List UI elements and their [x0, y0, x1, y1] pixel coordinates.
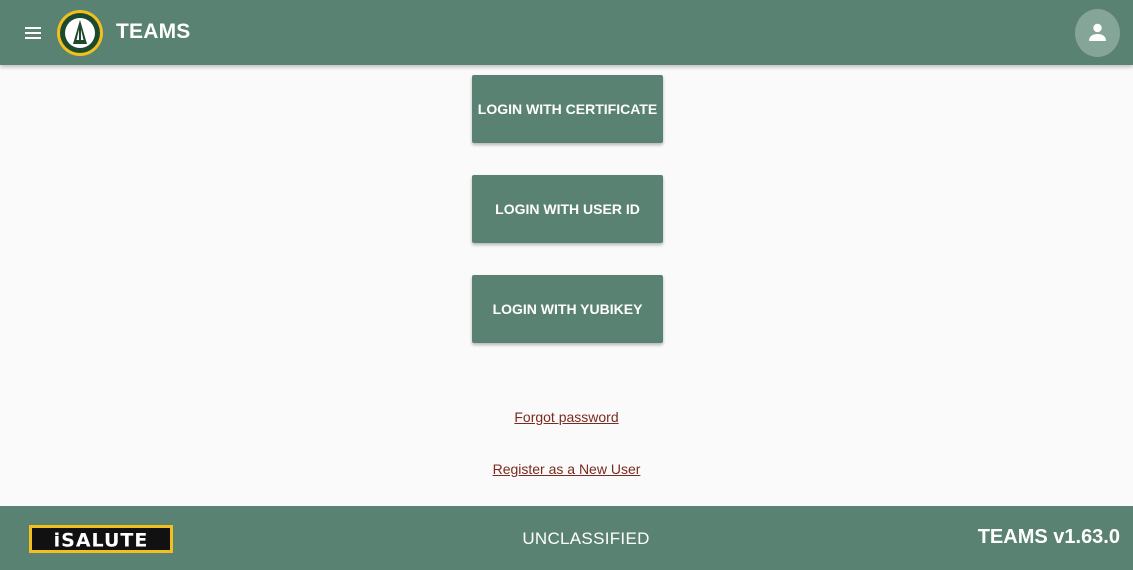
forgot-password-link[interactable]: Forgot password: [0, 409, 1133, 425]
login-with-user-id-button[interactable]: LOGIN WITH USER ID: [472, 175, 663, 243]
login-with-certificate-button[interactable]: LOGIN WITH CERTIFICATE: [472, 75, 663, 143]
login-with-yubikey-button[interactable]: LOGIN WITH YUBIKEY: [472, 275, 663, 343]
top-app-bar: TEAMS: [0, 0, 1133, 65]
footer-bar: iSALUTE UNCLASSIFIED TEAMS v1.63.0: [0, 506, 1133, 570]
person-icon: [1089, 23, 1106, 41]
app-version: TEAMS v1.63.0: [977, 526, 1120, 548]
account-button[interactable]: [1075, 9, 1120, 57]
login-panel: LOGIN WITH CERTIFICATE LOGIN WITH USER I…: [0, 65, 1133, 506]
register-new-user-link[interactable]: Register as a New User: [0, 461, 1133, 477]
unit-emblem-logo: [57, 10, 103, 56]
app-title: TEAMS: [116, 20, 191, 43]
hamburger-menu-icon[interactable]: [22, 24, 44, 42]
classification-banner: UNCLASSIFIED: [522, 529, 650, 548]
